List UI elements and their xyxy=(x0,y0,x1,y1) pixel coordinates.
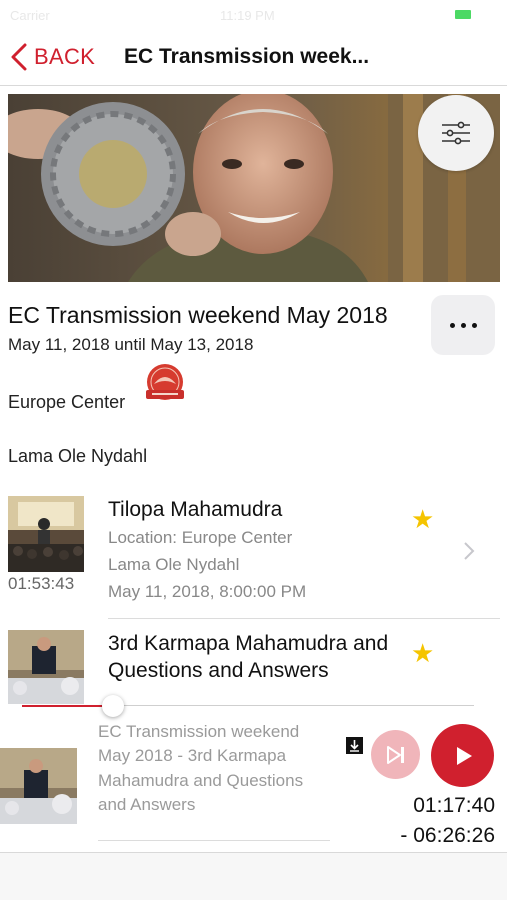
talk-location: Location: Europe Center xyxy=(108,528,293,547)
talk-title: 3rd Karmapa Mahamudra and Questions and … xyxy=(108,632,389,682)
talk-thumbnail xyxy=(8,496,84,572)
now-playing-thumbnail xyxy=(0,748,77,824)
elapsed-time: 01:17:40 xyxy=(413,794,495,817)
event-title: EC Transmission weekend May 2018 xyxy=(8,302,388,328)
carrier-label: Carrier xyxy=(10,8,50,23)
progress-fill xyxy=(22,705,113,707)
center-name: Europe Center xyxy=(8,392,126,412)
status-time: 11:19 PM xyxy=(220,8,275,23)
page-title: EC Transmission week... xyxy=(124,45,370,68)
skip-next-icon xyxy=(386,745,404,764)
progress-slider-handle[interactable] xyxy=(102,695,124,717)
battery-icon xyxy=(455,10,471,19)
skip-next-button[interactable] xyxy=(371,730,420,779)
status-bar: Carrier 11:19 PM xyxy=(0,0,507,30)
talk-date: May 11, 2018, 8:00:00 PM xyxy=(108,582,307,601)
talk-row[interactable]: 3rd Karmapa Mahamudra and Questions and … xyxy=(0,624,507,704)
download-icon[interactable] xyxy=(346,737,363,754)
sliders-icon xyxy=(442,121,470,145)
filter-button[interactable] xyxy=(418,95,494,171)
mini-player: EC Transmission weekend May 2018 - 3rd K… xyxy=(0,695,507,850)
now-playing-title: EC Transmission weekend May 2018 - 3rd K… xyxy=(98,722,304,815)
navigation-bar: BACK EC Transmission week... xyxy=(0,30,507,86)
chevron-right-icon xyxy=(464,542,475,560)
back-button[interactable]: BACK xyxy=(10,42,95,72)
play-icon xyxy=(456,746,472,765)
talk-teacher: Lama Ole Nydahl xyxy=(108,555,240,574)
divider xyxy=(98,840,330,841)
star-icon[interactable]: ★ xyxy=(411,638,434,669)
talk-thumbnail xyxy=(8,630,84,704)
ellipsis-icon xyxy=(449,322,455,328)
talk-duration: 01:53:43 xyxy=(8,574,75,593)
back-label: BACK xyxy=(34,44,96,69)
chevron-left-icon xyxy=(11,43,27,71)
play-button[interactable] xyxy=(431,724,494,787)
center-logo xyxy=(146,364,184,400)
teacher-name: Lama Ole Nydahl xyxy=(8,446,148,466)
more-options-button[interactable] xyxy=(431,295,495,355)
star-icon[interactable]: ★ xyxy=(411,504,434,535)
talk-title: Tilopa Mahamudra xyxy=(108,498,283,521)
talk-row[interactable]: 01:53:43 Tilopa Mahamudra Location: Euro… xyxy=(0,490,507,615)
event-dates: May 11, 2018 until May 13, 2018 xyxy=(8,335,254,354)
tab-bar xyxy=(0,852,507,900)
row-divider xyxy=(108,618,500,619)
remaining-time: - 06:26:26 xyxy=(400,824,495,847)
